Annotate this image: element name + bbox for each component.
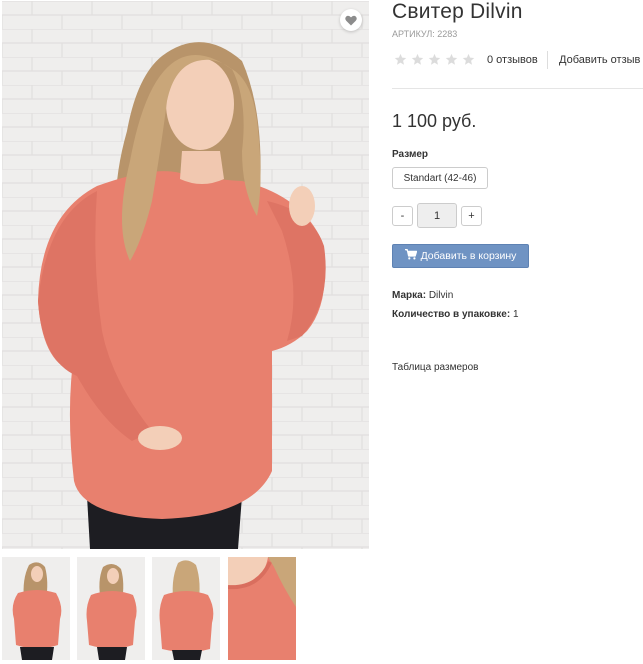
rating-stars[interactable]	[394, 53, 475, 66]
rating-row: 0 отзывов Добавить отзыв	[392, 51, 643, 69]
add-to-cart-button[interactable]: Добавить в корзину	[392, 244, 529, 268]
spec-brand-label: Марка:	[392, 290, 427, 301]
divider	[392, 88, 643, 89]
product-price: 1 100 руб.	[392, 111, 477, 131]
thumbnail-detail[interactable]	[228, 557, 296, 660]
quantity-increase-button[interactable]: +	[461, 206, 482, 226]
size-label: Размер	[392, 149, 429, 160]
star-icon[interactable]	[462, 53, 475, 66]
heart-icon	[345, 15, 357, 26]
wishlist-button[interactable]	[340, 9, 362, 31]
quantity-input[interactable]	[417, 203, 457, 228]
spec-pack-label: Количество в упаковке:	[392, 309, 511, 320]
star-icon[interactable]	[445, 53, 458, 66]
reviews-count-link[interactable]: 0 отзывов	[487, 54, 538, 66]
add-to-cart-label: Добавить в корзину	[420, 250, 517, 262]
spec-brand: Марка: Dilvin	[392, 290, 453, 301]
product-title: Свитер Dilvin	[392, 0, 523, 23]
star-icon[interactable]	[394, 53, 407, 66]
spec-brand-value: Dilvin	[428, 290, 454, 301]
star-icon[interactable]	[428, 53, 441, 66]
size-table-link[interactable]: Таблица размеров	[392, 362, 478, 373]
cart-icon	[404, 249, 417, 263]
main-product-photo[interactable]	[2, 1, 369, 549]
thumbnail-front[interactable]	[2, 557, 70, 660]
thumbnail-back[interactable]	[152, 557, 220, 660]
spec-pack-quantity: Количество в упаковке: 1	[392, 309, 519, 320]
spec-pack-value: 1	[512, 309, 519, 320]
quantity-decrease-button[interactable]: -	[392, 206, 413, 226]
thumbnail-side[interactable]	[77, 557, 145, 660]
divider	[547, 51, 548, 69]
add-review-link[interactable]: Добавить отзыв	[559, 54, 640, 66]
size-option-button[interactable]: Standart (42-46)	[392, 167, 488, 189]
product-sku: АРТИКУЛ: 2283	[392, 29, 458, 39]
star-icon[interactable]	[411, 53, 424, 66]
